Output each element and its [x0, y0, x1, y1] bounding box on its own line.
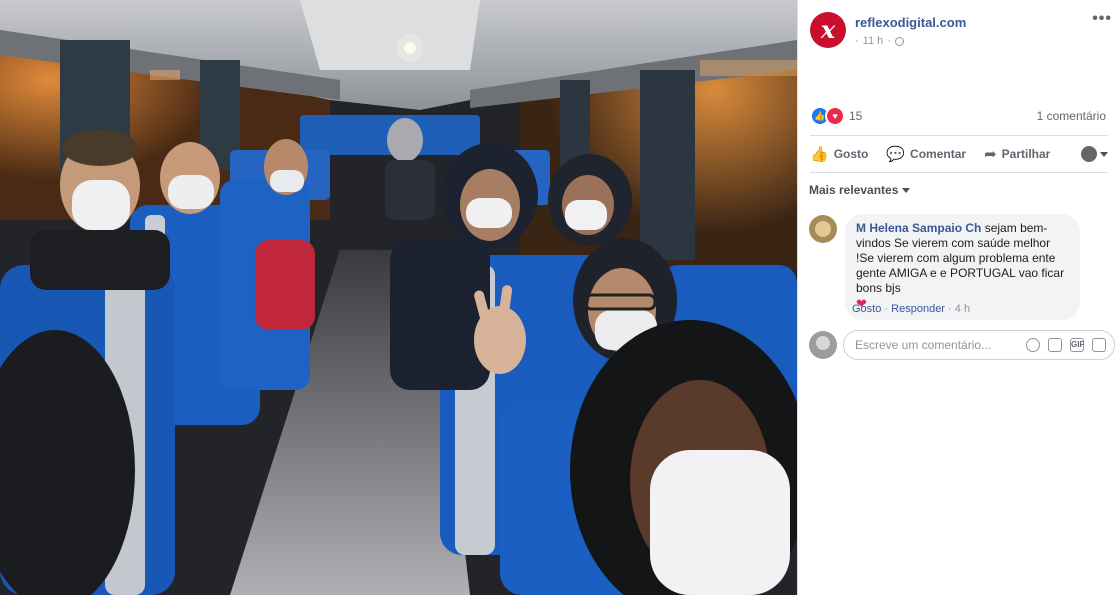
user-avatar — [809, 331, 837, 359]
share-label: Partilhar — [1001, 147, 1051, 161]
comments-sort-dropdown[interactable]: Mais relevantes — [809, 183, 911, 197]
share-icon: ➦ — [984, 146, 997, 163]
love-reaction-icon: ♥ — [825, 106, 845, 126]
comment-composer: Escreve um comentário... GIF — [809, 330, 1115, 360]
more-options-icon[interactable]: ••• — [1092, 10, 1112, 28]
post-as-selector[interactable] — [1081, 146, 1108, 162]
divider — [810, 172, 1108, 173]
camera-icon[interactable] — [1048, 338, 1062, 352]
comment-dot-2: · — [948, 303, 952, 315]
reaction-summary[interactable]: 👍 ♥ 15 — [810, 106, 862, 126]
share-button[interactable]: ➦ Partilhar — [984, 145, 1050, 163]
reaction-count: 15 — [849, 109, 863, 123]
comment-icon: 💬 — [886, 146, 906, 163]
page-name-link[interactable]: reflexodigital.com — [855, 15, 966, 30]
like-button[interactable]: 👍 Gosto — [810, 145, 868, 163]
gif-icon[interactable]: GIF — [1070, 338, 1084, 352]
comment-label: Comentar — [910, 147, 967, 161]
sort-label: Mais relevantes — [809, 183, 899, 197]
meta-separator-2: · — [887, 35, 891, 47]
comment-input[interactable]: Escreve um comentário... GIF — [843, 330, 1115, 360]
emoji-icon[interactable] — [1026, 338, 1040, 352]
divider — [810, 135, 1108, 136]
thumbs-up-icon: 👍 — [810, 146, 829, 163]
post-header: x reflexodigital.com · 11 h · — [810, 12, 966, 48]
reactions-bar: 👍 ♥ 15 1 comentário — [810, 106, 1106, 126]
post-sidebar: x reflexodigital.com · 11 h · ••• 👍 ♥ 15… — [797, 0, 1120, 595]
like-label: Gosto — [833, 147, 869, 161]
comments-count-link[interactable]: 1 comentário — [1037, 109, 1106, 123]
chevron-down-icon — [902, 187, 911, 193]
page-avatar[interactable]: x — [810, 12, 846, 48]
bus-interior-image — [0, 0, 797, 595]
comment-placeholder: Escreve um comentário... — [855, 338, 992, 352]
comment-author-link[interactable]: M Helena Sampaio Ch — [856, 221, 981, 235]
globe-icon[interactable] — [894, 36, 904, 46]
comment-button[interactable]: 💬 Comentar — [886, 145, 966, 163]
meta-separator: · — [855, 35, 859, 47]
post-meta: · 11 h · — [855, 35, 966, 47]
comment-like-link[interactable]: Gosto — [852, 303, 881, 315]
action-bar: 👍 Gosto 💬 Comentar ➦ Partilhar — [810, 140, 1108, 168]
commenter-avatar[interactable] — [809, 215, 837, 243]
profile-mini-avatar — [1081, 146, 1097, 162]
chevron-down-icon — [1100, 151, 1108, 157]
logo-letter: x — [820, 15, 836, 44]
sticker-icon[interactable] — [1092, 338, 1106, 352]
post-photo[interactable] — [0, 0, 797, 595]
comment-actions: Gosto · Responder · 4 h — [852, 303, 970, 315]
post-time[interactable]: 11 h — [863, 35, 884, 47]
comment-dot: · — [884, 303, 889, 315]
comment-time[interactable]: 4 h — [955, 303, 970, 315]
comment-reply-link[interactable]: Responder — [891, 303, 945, 315]
